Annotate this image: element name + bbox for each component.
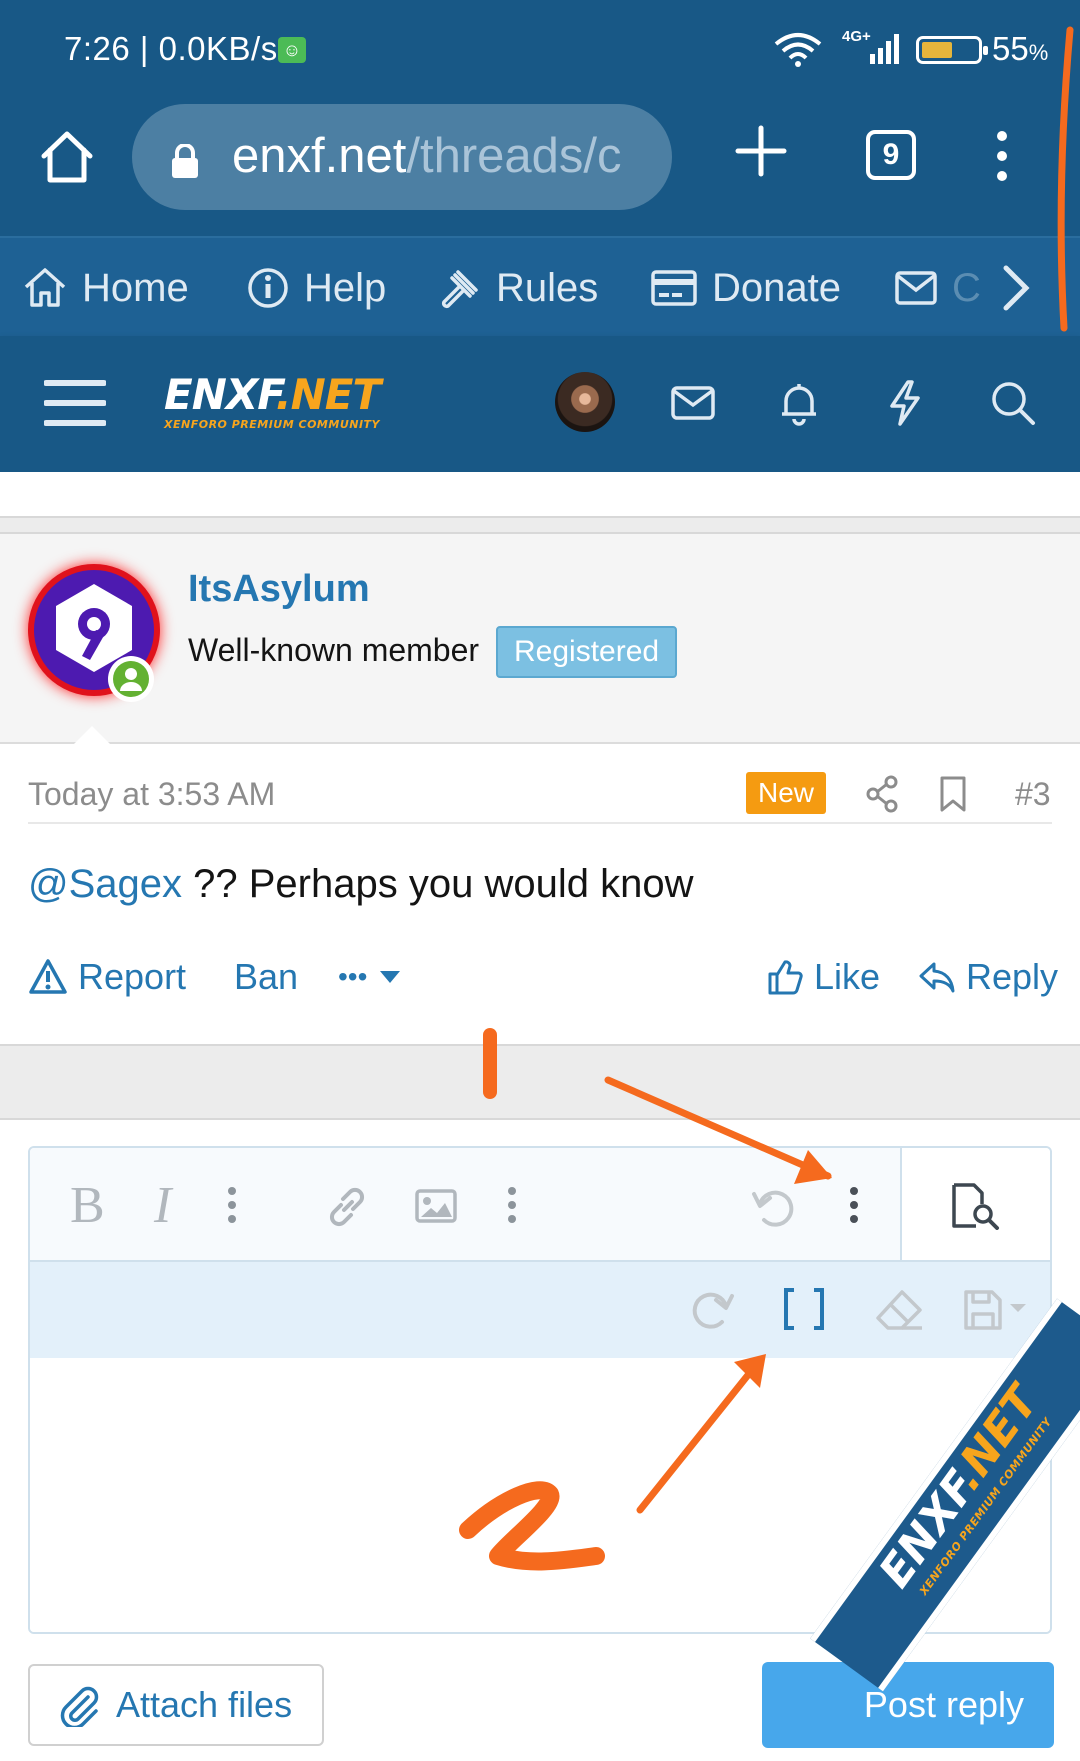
nav-home[interactable]: Home [22,260,189,316]
nav-scroll-right-icon[interactable] [996,262,1036,314]
editor-toolbar: B I [30,1148,900,1260]
bookmark-icon[interactable] [938,774,968,814]
battery-percent: 55% [992,30,1049,67]
new-tab-icon[interactable] [734,124,788,178]
address-bar[interactable]: enxf.net/threads/c [132,104,672,210]
post-meta: Today at 3:53 AM New #3 [28,772,1052,824]
attach-files-button[interactable]: Attach files [28,1664,324,1746]
url-text: enxf.net/threads/c [232,129,622,183]
caret-down-icon [380,971,401,983]
status-bar: 7:26 | 0.0KB/s ☺ 4G+ 55% [0,0,1080,98]
bbcode-toggle-icon[interactable] [782,1286,826,1332]
envelope-icon [895,271,937,305]
post-message: @Sagex ?? Perhaps you would know [28,862,694,906]
site-logo[interactable]: ENXF.NET XENFORO PREMIUM COMMUNITY [164,374,414,434]
post-reply-button[interactable]: Post reply [762,1662,1054,1748]
link-icon[interactable] [324,1184,370,1230]
more-actions-button[interactable]: ••• [338,952,411,1002]
browser-toolbar: enxf.net/threads/c 9 [0,98,1080,236]
warning-icon [29,959,67,994]
new-badge: New [746,772,827,814]
post-number[interactable]: #3 [1015,776,1051,813]
drafts-icon[interactable] [962,1288,1032,1332]
post-user-block: ItsAsylum Well-known member Registered [0,534,1080,746]
preview-button[interactable] [900,1148,1050,1260]
editor-toolbar-more [30,1260,1050,1358]
nav-contact[interactable]: C [894,260,981,316]
user-banner: Registered [496,626,678,678]
post-date[interactable]: Today at 3:53 AM [28,776,275,813]
italic-icon[interactable]: I [154,1176,171,1235]
nav-donate[interactable]: Donate [650,260,841,316]
bell-icon[interactable] [774,378,824,428]
credit-card-icon [651,270,697,306]
online-status-icon [108,656,154,702]
lightning-icon[interactable] [880,378,930,428]
user-mention[interactable]: @Sagex [28,862,182,906]
site-nav: Home Help Rules Donate C [0,236,1080,336]
paperclip-icon [60,1686,99,1727]
battery-level [922,42,952,58]
user-title: Well-known member [188,632,480,668]
battery-icon [916,36,988,64]
preview-icon [952,1183,999,1230]
report-button[interactable]: Report [28,952,186,1002]
browser-menu-icon[interactable] [990,128,1014,184]
ban-button[interactable]: Ban [234,952,298,1002]
undo-icon[interactable] [750,1184,798,1230]
reply-separator [0,1044,1080,1120]
remove-format-icon[interactable] [874,1288,924,1332]
lock-icon [172,144,198,178]
like-button[interactable]: Like [766,952,880,1002]
site-header: ENXF.NET XENFORO PREMIUM COMMUNITY [0,336,1080,472]
reply-button[interactable]: Reply [918,952,1058,1002]
gavel-icon [441,270,478,309]
nav-rules[interactable]: Rules [438,260,598,316]
status-time: 7:26 | 0.0KB/s [64,30,278,67]
notification-icon: ☺ [278,37,306,63]
hamburger-menu-icon[interactable] [44,378,106,428]
nav-help[interactable]: Help [246,260,386,316]
thumbs-up-icon [768,960,803,995]
tab-count-button[interactable]: 9 [866,130,916,180]
more-options-icon[interactable] [848,1186,860,1224]
inbox-icon[interactable] [668,378,718,428]
redo-icon[interactable] [688,1286,736,1332]
image-icon[interactable] [414,1188,458,1224]
bold-icon[interactable]: B [70,1176,105,1235]
more-text-options-icon[interactable] [226,1186,238,1224]
post-actions: Report Ban ••• Like Reply [28,952,1058,1002]
more-insert-options-icon[interactable] [506,1186,518,1224]
reply-icon [919,962,955,993]
browser-home-icon[interactable] [38,128,96,186]
search-icon[interactable] [988,378,1038,428]
share-icon[interactable] [864,774,900,814]
info-icon [248,268,288,308]
post-username[interactable]: ItsAsylum [188,568,370,611]
wifi-icon [774,33,822,67]
signal-icon [870,34,899,64]
account-avatar[interactable] [555,372,615,432]
home-icon [24,268,66,307]
post-separator [0,516,1080,534]
